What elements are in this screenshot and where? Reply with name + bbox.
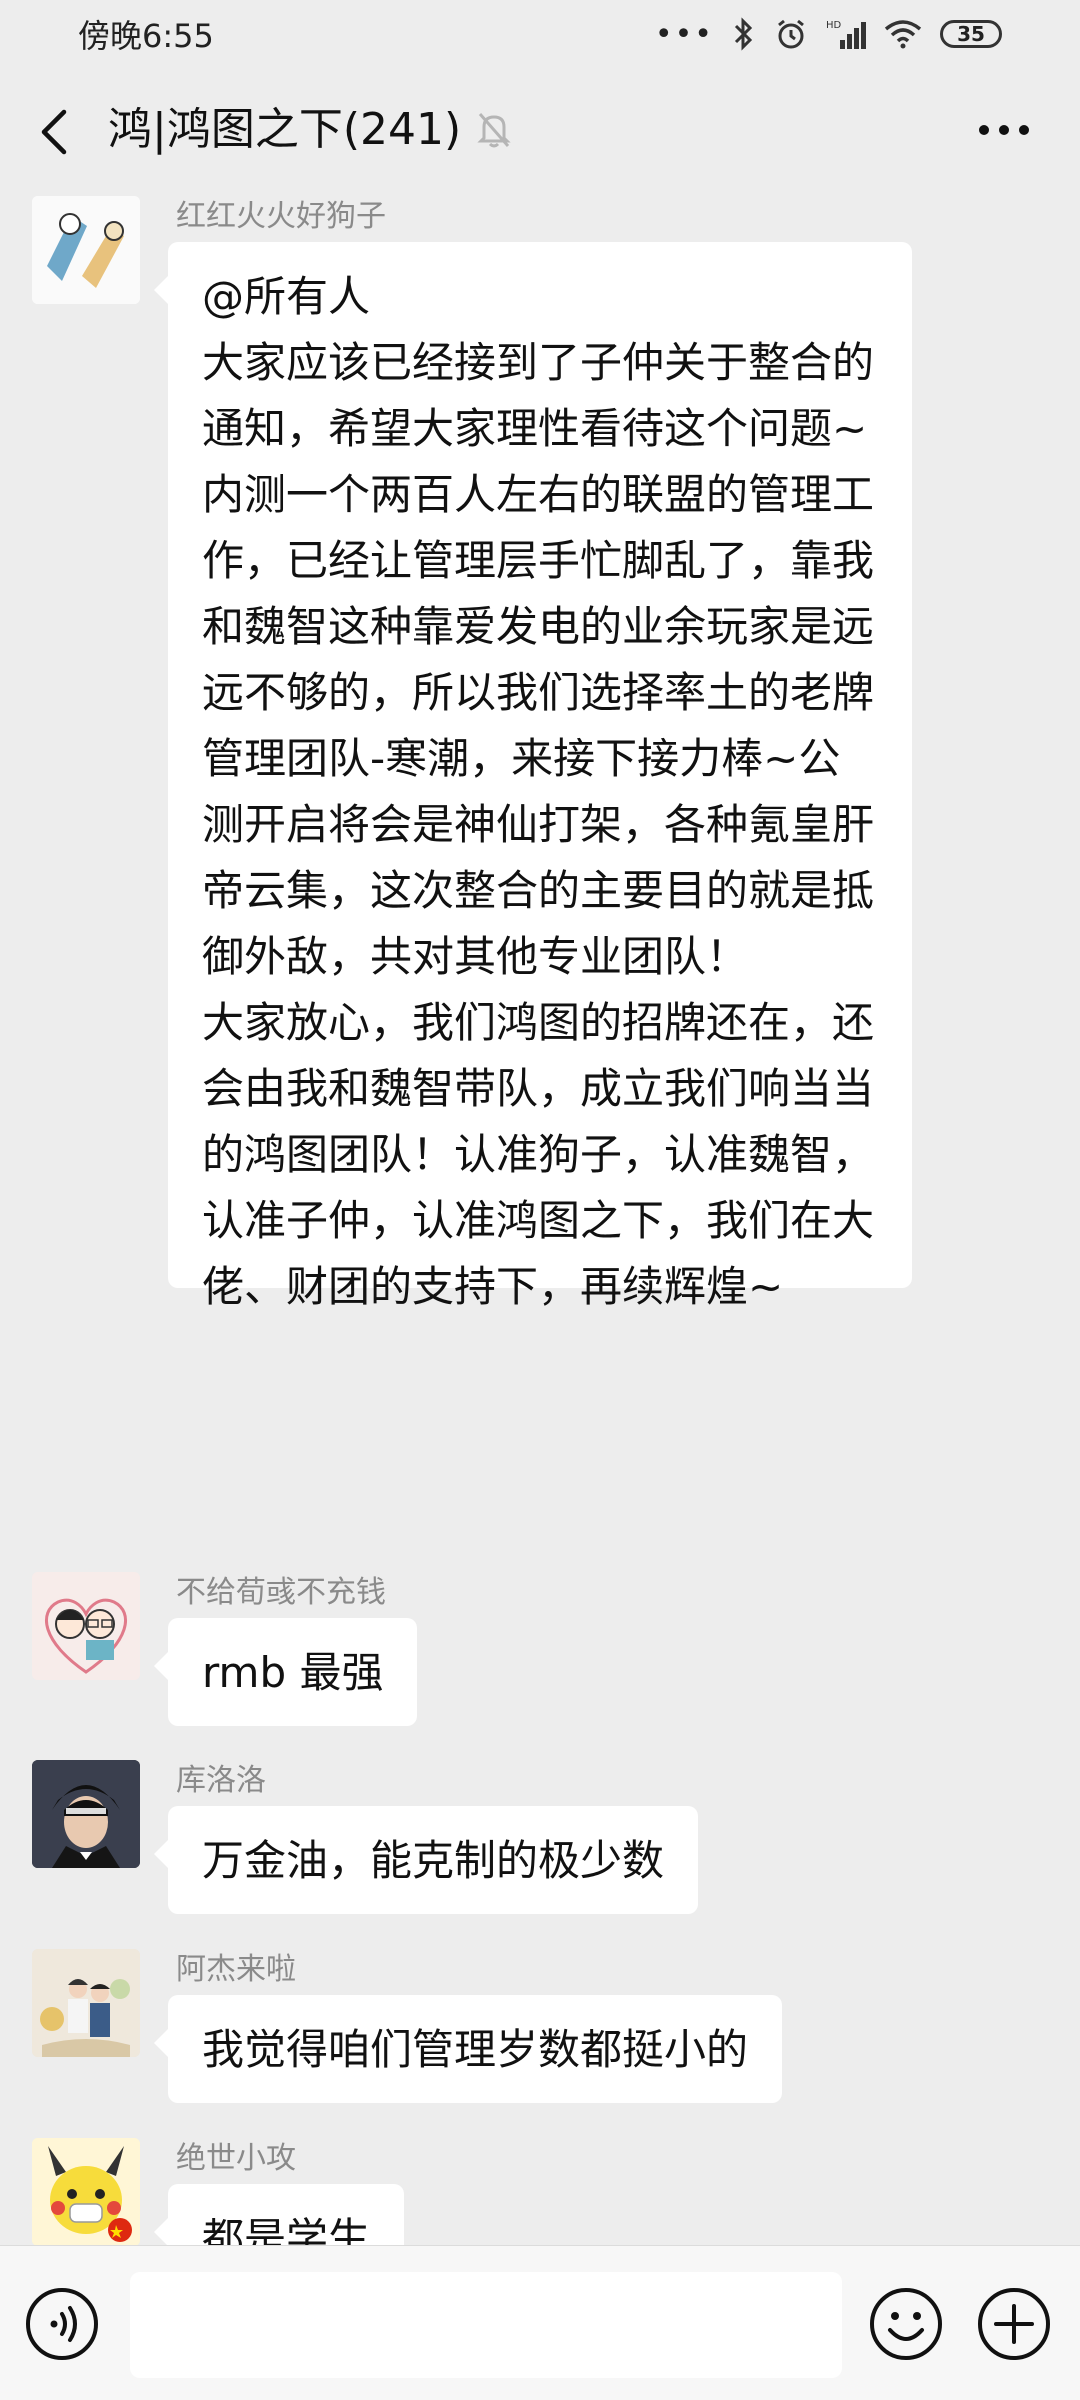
sender-name: 库洛洛 [176,1763,266,1798]
wifi-icon [884,20,922,49]
message-bubble[interactable]: 我觉得咱们管理岁数都挺小的 [153,1995,783,2103]
avatar-image [32,1949,140,2057]
avatar[interactable] [32,1760,140,1868]
status-time: 傍晚6:55 [78,17,214,55]
battery-level: 35 [957,22,985,46]
message-bubble[interactable]: 万金油，能克制的极少数 [153,1806,699,1914]
emoji-icon[interactable] [868,2286,944,2362]
chat-header: 鸿|鸿图之下(241) [0,68,1080,192]
avatar[interactable] [32,2138,140,2245]
avatar[interactable] [32,196,140,304]
signal-icon: HD [826,20,866,49]
bluetooth-icon [734,17,753,51]
message-bubble[interactable]: 都是学生 [153,2184,405,2245]
sender-name: 红红火火好狗子 [176,199,386,234]
avatar-image [32,2138,140,2245]
status-icons: ••• HD 35 [655,17,1002,52]
chat-title: 鸿|鸿图之下(241) [108,104,462,155]
avatar-image [32,196,140,304]
voice-input-icon[interactable] [24,2286,100,2362]
message-list[interactable]: 红红火火好狗子 @所有人 大家应该已经接到了子仲关于整合的通知，希望大家理性看待… [0,192,1080,2245]
avatar-image [32,1572,140,1680]
sender-name: 不给荀彧不充钱 [176,1575,386,1610]
battery-icon: 35 [940,20,1002,48]
input-bar [0,2245,1080,2400]
back-arrow-icon[interactable] [34,104,74,160]
message-bubble[interactable]: rmb 最强 [153,1618,418,1726]
avatar[interactable] [32,1572,140,1680]
avatar[interactable] [32,1949,140,2057]
more-dots-icon: ••• [654,16,714,52]
message-bubble[interactable]: @所有人 大家应该已经接到了子仲关于整合的通知，希望大家理性看待这个问题~ 内测… [154,242,912,1311]
message-input[interactable] [130,2272,842,2378]
sender-name: 阿杰来啦 [176,1952,296,1987]
alarm-icon [778,19,804,49]
svg-text:HD: HD [826,20,842,31]
more-options-icon[interactable] [976,122,1032,138]
status-bar: 傍晚6:55 ••• HD 35 [0,0,1080,68]
avatar-image [32,1760,140,1868]
add-more-icon[interactable] [976,2286,1052,2362]
mute-bell-icon [477,113,511,148]
sender-name: 绝世小攻 [176,2141,296,2176]
